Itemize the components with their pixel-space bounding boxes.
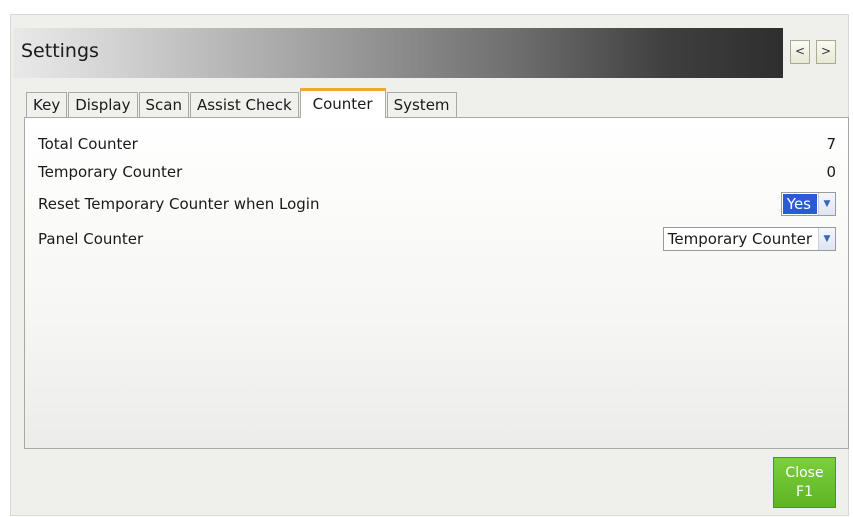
title-bar: Settings [13,28,783,78]
close-button-label: Close [785,465,824,481]
window-title: Settings [21,40,99,62]
tab-assist-check[interactable]: Assist Check [189,92,299,118]
reset-temporary-counter-label: Reset Temporary Counter when Login [38,195,320,213]
chevron-down-icon: ▼ [818,193,835,215]
tab-counter[interactable]: Counter [299,88,386,118]
panel-counter-value: Temporary Counter [667,230,812,248]
total-counter-row: Total Counter 7 [38,132,836,156]
reset-on-login-select[interactable]: Yes ▼ [780,192,836,216]
tab-system[interactable]: System [386,92,457,118]
temporary-counter-value: 0 [826,163,836,181]
panel-counter-select[interactable]: Temporary Counter ▼ [662,227,836,251]
settings-tabs: Key Display Scan Assist Check Counter Sy… [26,88,458,118]
counter-panel: Total Counter 7 Temporary Counter 0 Rese… [24,117,849,449]
reset-temporary-counter-row: Reset Temporary Counter when Login Yes ▼ [38,192,836,216]
tab-key[interactable]: Key [26,92,68,118]
previous-button[interactable]: < [790,40,810,64]
close-button-shortcut: F1 [796,484,813,500]
tab-scan[interactable]: Scan [138,92,189,118]
total-counter-value: 7 [826,135,836,153]
close-button[interactable]: Close F1 [773,457,836,508]
tab-display[interactable]: Display [68,92,138,118]
temporary-counter-label: Temporary Counter [38,163,183,181]
reset-on-login-value: Yes [782,194,817,214]
total-counter-label: Total Counter [38,135,138,153]
panel-counter-label: Panel Counter [38,230,144,248]
temporary-counter-row: Temporary Counter 0 [38,160,836,184]
chevron-down-icon: ▼ [818,228,835,250]
next-button[interactable]: > [816,40,836,64]
panel-counter-row: Panel Counter Temporary Counter ▼ [38,227,836,251]
